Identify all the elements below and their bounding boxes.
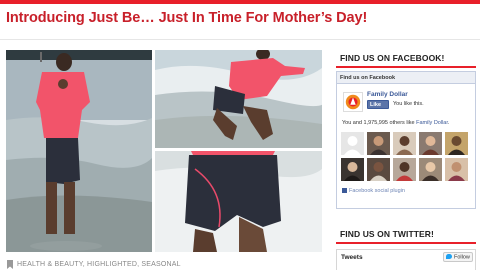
fan-avatar[interactable] [419,158,442,181]
facebook-box-header: Find us on Facebook [337,72,475,84]
bookmark-icon [7,260,13,269]
facebook-like-button[interactable]: Like [367,100,389,109]
gallery-photo-back-view[interactable] [6,50,152,252]
facebook-page-name[interactable]: Family Dollar [367,91,408,98]
like-button-label: Like [370,102,382,108]
fan-avatar[interactable] [393,132,416,155]
fan-avatar[interactable] [341,132,364,155]
fan-avatar[interactable] [393,158,416,181]
fan-count-text: You and 1,975,995 others like [342,120,417,126]
facebook-section-title: FIND US ON FACEBOOK! [340,53,445,63]
post-title[interactable]: Introducing Just Be… Just In Time For Mo… [6,10,367,26]
facebook-plugin-label: Facebook social plugin [349,188,405,194]
facebook-fan-count: You and 1,975,995 others like Family Dol… [342,120,449,126]
top-accent-bar [0,0,480,4]
twitter-bird-icon [446,254,452,259]
gallery-photo-shorts-closeup[interactable] [155,151,322,252]
fan-avatar[interactable] [341,158,364,181]
facebook-like-box: Find us on Facebook Family Dollar Like Y… [336,71,476,209]
gallery-photo-jumping[interactable] [155,50,322,148]
twitter-follow-button[interactable]: Follow [443,252,473,262]
fan-avatar[interactable] [445,158,468,181]
fan-avatar[interactable] [419,132,442,155]
facebook-section-rule [336,66,476,68]
fan-count-page-link[interactable]: Family Dollar [416,120,448,126]
family-dollar-logo-icon[interactable] [343,92,363,112]
follow-button-label: Follow [454,254,470,261]
fan-avatar[interactable] [445,132,468,155]
photo-gallery [6,50,322,252]
fan-count-period: . [447,120,450,126]
title-divider [0,39,480,40]
facebook-liked-text: You like this. [393,101,424,107]
twitter-section-rule [336,242,476,244]
facebook-icon [342,188,347,193]
tweets-label: Tweets [341,254,363,261]
post-categories[interactable]: HEALTH & BEAUTY, HIGHLIGHTED, SEASONAL [17,261,181,268]
twitter-timeline-widget: Tweets Follow [336,249,476,270]
fan-avatar[interactable] [367,132,390,155]
fan-avatar[interactable] [367,158,390,181]
twitter-section-title: FIND US ON TWITTER! [340,229,434,239]
facebook-social-plugin[interactable]: Facebook social plugin [342,188,405,194]
